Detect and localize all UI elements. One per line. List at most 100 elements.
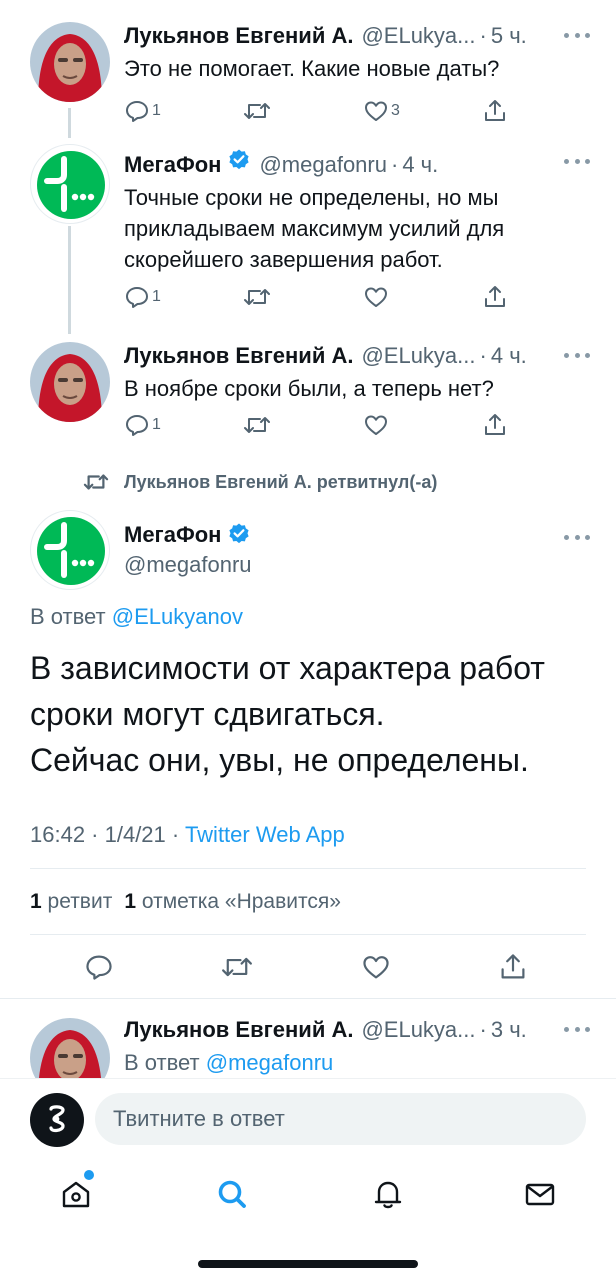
reply-mention-link[interactable]: @megafonru (206, 1050, 334, 1075)
avatar[interactable] (30, 1018, 110, 1078)
tweet-text-line: Сейчас они, увы, не определены. (30, 742, 529, 778)
current-user-avatar[interactable] (30, 1093, 84, 1147)
more-options-icon[interactable] (564, 1024, 590, 1034)
focus-author-handle[interactable]: @megafonru (124, 552, 252, 578)
notifications-icon (374, 1181, 402, 1209)
reply-count: 1 (152, 102, 161, 119)
retweet-notice-text: Лукьянов Евгений А. ретвитнул(-а) (124, 471, 438, 492)
reply-button[interactable]: 1 (124, 284, 161, 310)
like-button[interactable] (363, 284, 389, 310)
divider (30, 934, 586, 935)
tweet-header: Лукьянов Евгений А. @ELukya... · 4 ч. (124, 342, 590, 370)
tab-messages[interactable] (520, 1174, 560, 1214)
reply-to-line: В ответ @ELukyanov (30, 604, 243, 630)
share-button[interactable] (482, 412, 508, 438)
home-icon (62, 1181, 90, 1208)
retweet-button[interactable] (243, 98, 271, 124)
divider (30, 868, 586, 869)
more-options-icon[interactable] (564, 532, 590, 542)
retweet-button[interactable] (220, 952, 254, 987)
author-name[interactable]: Лукьянов Евгений А. (124, 342, 353, 370)
retweets-count: 1 (30, 890, 42, 913)
author-handle[interactable]: @ELukya... (361, 22, 475, 50)
more-options-icon[interactable] (564, 156, 590, 166)
megafon-logo-avatar[interactable] (30, 144, 110, 224)
focus-tweet-text: В зависимости от характера работ сроки м… (30, 645, 590, 783)
tweet-text: Точные сроки не определены, но мы прикла… (124, 185, 505, 272)
tweet[interactable]: Лукьянов Евгений А. @ELukya... · 5 ч. Эт… (0, 18, 616, 138)
share-icon (485, 414, 505, 435)
retweet-button[interactable] (243, 412, 271, 438)
avatar[interactable] (30, 22, 110, 102)
like-count: 3 (391, 102, 400, 119)
retweet-button[interactable] (243, 284, 271, 310)
focus-tweet-actions (0, 952, 616, 984)
retweet-icon (244, 103, 270, 119)
separator-dot: · (479, 343, 487, 368)
reply-count: 1 (152, 416, 161, 433)
share-button[interactable] (482, 98, 508, 124)
tweet-actions: 1 3 (124, 98, 514, 128)
author-handle[interactable]: @megafonru (259, 151, 387, 179)
reply-to-line: В ответ @megafonru (124, 1047, 590, 1078)
messages-icon (525, 1183, 555, 1206)
retweet-icon (83, 474, 109, 490)
like-button[interactable] (363, 412, 389, 438)
author-handle[interactable]: @ELukya... (361, 342, 475, 370)
tweet-header: МегаФон @megafonru · 4 ч. (124, 148, 590, 179)
tweet-header: Лукьянов Евгений А. @ELukya... · 3 ч. (124, 1016, 590, 1044)
like-button[interactable]: 3 (363, 98, 400, 124)
likes-stat[interactable]: 1 отметка «Нравится» (124, 890, 341, 913)
retweet-notice[interactable]: Лукьянов Евгений А. ретвитнул(-а) (82, 470, 437, 494)
reply-input[interactable]: Твитните в ответ (95, 1093, 586, 1145)
retweets-label: ретвит (47, 890, 113, 913)
reply-icon (126, 101, 148, 122)
verified-badge-icon (229, 523, 250, 544)
likes-count: 1 (124, 890, 137, 913)
author-handle[interactable]: @ELukya... (361, 1016, 475, 1044)
tweet-time[interactable]: 3 ч. (491, 1016, 527, 1044)
reply-icon (86, 955, 112, 980)
share-button[interactable] (498, 952, 528, 987)
tab-search[interactable] (212, 1174, 252, 1214)
reply-icon (126, 287, 148, 308)
tab-notifications[interactable] (368, 1174, 408, 1214)
more-options-icon[interactable] (564, 350, 590, 360)
megafon-logo-avatar[interactable] (30, 510, 110, 590)
tweet-header: Лукьянов Евгений А. @ELukya... · 5 ч. (124, 22, 590, 50)
tweet-timestamp: 16:42 · 1/4/21 · (30, 822, 185, 847)
tweet[interactable]: МегаФон @megafonru · 4 ч. Точные сроки н… (0, 144, 616, 324)
share-button[interactable] (482, 284, 508, 310)
avatar[interactable] (30, 342, 110, 422)
author-name[interactable]: МегаФон (124, 151, 221, 179)
heart-icon (365, 287, 387, 307)
engagement-stats: 1 ретвит 1 отметка «Нравится» (30, 890, 341, 914)
reply-button[interactable] (84, 952, 114, 987)
reply-button[interactable]: 1 (124, 412, 161, 438)
more-options-icon[interactable] (564, 30, 590, 40)
focus-author-name[interactable]: МегаФон (124, 522, 251, 548)
tweet-time[interactable]: 5 ч. (491, 22, 527, 50)
retweets-stat[interactable]: 1 ретвит (30, 890, 112, 913)
tweet-time[interactable]: 4 ч. (491, 342, 527, 370)
author-name[interactable]: Лукьянов Евгений А. (124, 22, 353, 50)
likes-label: отметка «Нравится» (141, 890, 341, 913)
reply-mention-link[interactable]: @ELukyanov (112, 604, 243, 629)
tweet[interactable]: Лукьянов Евгений А. @ELukya... · 3 ч. В … (0, 1012, 616, 1078)
heart-icon (365, 415, 387, 435)
retweet-icon (244, 417, 270, 433)
notification-dot (84, 1170, 94, 1180)
tab-home[interactable] (56, 1174, 96, 1214)
like-button[interactable] (361, 952, 391, 987)
reply-composer: Твитните в ответ (0, 1078, 616, 1162)
tweet-time[interactable]: 4 ч. (402, 151, 438, 179)
tweet[interactable]: Лукьянов Евгений А. @ELukya... · 4 ч. В … (0, 338, 616, 448)
reply-prefix: В ответ (30, 604, 106, 629)
source-app-link[interactable]: Twitter Web App (185, 822, 345, 847)
tweet-text: В ноябре сроки были, а теперь нет? (124, 376, 494, 401)
reply-button[interactable]: 1 (124, 98, 161, 124)
author-name[interactable]: Лукьянов Евгений А. (124, 1016, 353, 1044)
tweet-text-line: В зависимости от характера работ (30, 650, 545, 686)
separator-dot: · (479, 23, 487, 48)
separator-dot: · (390, 152, 399, 177)
